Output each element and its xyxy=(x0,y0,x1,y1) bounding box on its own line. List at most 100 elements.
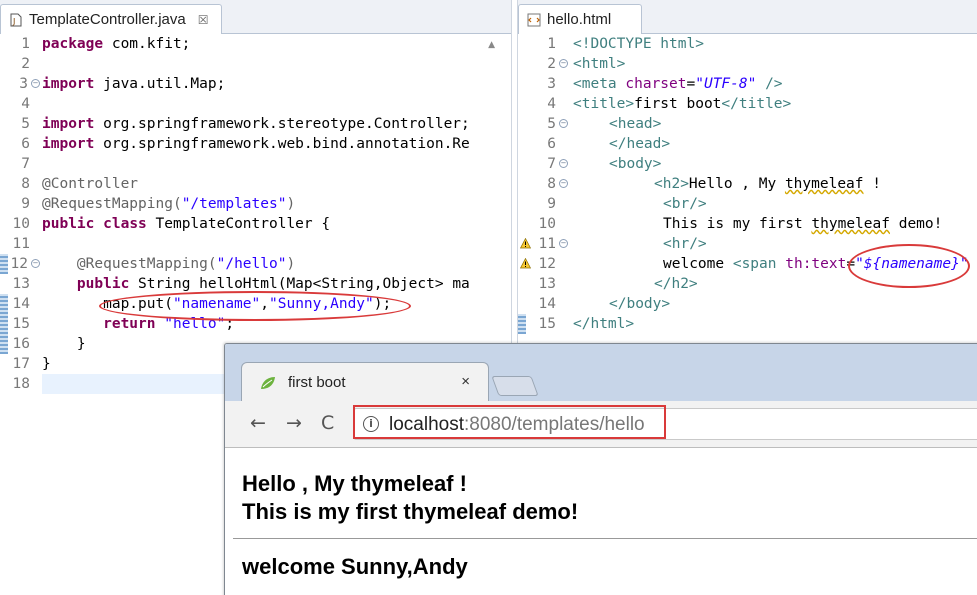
fold-icon[interactable]: − xyxy=(559,59,568,68)
line-number: 3 xyxy=(19,76,28,92)
gutter: 11− xyxy=(518,234,568,254)
html-code-area[interactable]: 1 <!DOCTYPE html> 2− <html> 3 <meta charset… xyxy=(518,34,977,334)
code-line: 2− <html> xyxy=(518,54,977,74)
code-text: import org.springframework.web.bind.anno… xyxy=(42,134,470,154)
browser-tab-first-boot[interactable]: first boot × xyxy=(241,362,489,402)
gutter: 14 xyxy=(0,294,40,314)
code-line: 14 </body> xyxy=(518,294,977,314)
code-text: package xyxy=(42,36,104,52)
line-number: 10 xyxy=(12,216,30,232)
line-number: 7 xyxy=(21,156,30,172)
fold-icon[interactable]: − xyxy=(559,119,568,128)
code-text: thymeleaf xyxy=(811,216,890,232)
code-line: 11 xyxy=(0,234,511,254)
forward-arrow-icon[interactable]: → xyxy=(286,412,302,434)
code-line: 1 package com.kfit; xyxy=(0,34,511,54)
new-tab-button[interactable] xyxy=(491,376,539,396)
code-line: 5 import org.springframework.stereotype.C… xyxy=(0,114,511,134)
code-text: import xyxy=(42,116,95,132)
gutter: 7− xyxy=(518,154,568,174)
code-text: <h2>Hello , My thymeleaf ! xyxy=(654,174,881,194)
java-editor-tabbar: J TemplateController.java ☒ xyxy=(0,0,511,34)
code-text: public xyxy=(42,216,95,232)
fold-icon[interactable]: − xyxy=(559,179,568,188)
fold-icon[interactable]: − xyxy=(31,259,40,268)
gutter: 8− xyxy=(518,174,568,194)
line-number: 11 xyxy=(538,236,556,252)
code-text: <html> xyxy=(573,56,626,72)
page-divider xyxy=(233,538,977,539)
fold-icon[interactable]: − xyxy=(559,159,568,168)
spring-leaf-icon xyxy=(261,377,275,389)
gutter: 6 xyxy=(518,134,568,154)
code-text: <hr/> xyxy=(663,236,707,252)
tab-template-controller[interactable]: J TemplateController.java ☒ xyxy=(0,4,222,34)
gutter: 5− xyxy=(518,114,568,134)
code-text: thymeleaf xyxy=(784,176,864,192)
line-number: 5 xyxy=(21,116,30,132)
close-tab-icon[interactable]: ☒ xyxy=(198,13,209,27)
code-line: 5− <head> xyxy=(518,114,977,134)
java-code-area[interactable]: 1 package com.kfit; 2 3− import java.util.… xyxy=(0,34,511,394)
tab-hello-html[interactable]: hello.html xyxy=(518,4,642,34)
code-text: <meta xyxy=(573,76,626,92)
html-editor-tabbar: hello.html xyxy=(518,0,977,34)
line-number: 8 xyxy=(547,176,556,192)
line-number: 12 xyxy=(10,256,28,272)
svg-text:J: J xyxy=(12,17,15,26)
fold-icon[interactable]: − xyxy=(31,79,40,88)
gutter: 12− xyxy=(0,254,40,274)
gutter: 13 xyxy=(518,274,568,294)
code-text: </title> xyxy=(721,96,792,112)
code-text: org.springframework.stereotype.Controlle… xyxy=(94,116,470,132)
fold-icon[interactable]: − xyxy=(559,239,568,248)
gutter: 10 xyxy=(0,214,40,234)
code-text: </head> xyxy=(609,136,671,152)
page-heading-line2: This is my first thymeleaf demo! xyxy=(242,499,579,524)
reload-icon[interactable]: C xyxy=(321,412,334,434)
line-number: 17 xyxy=(12,356,30,372)
gutter: 1 xyxy=(518,34,568,54)
line-number: 13 xyxy=(12,276,30,292)
line-number: 1 xyxy=(547,36,556,52)
change-marker xyxy=(0,254,8,274)
code-text: @RequestMapping( xyxy=(42,256,217,272)
line-number: 6 xyxy=(21,136,30,152)
code-text: th:text xyxy=(785,256,847,272)
line-number: 7 xyxy=(547,156,556,172)
gutter: 15 xyxy=(0,314,40,334)
gutter: 12 xyxy=(518,254,568,274)
code-text: ! xyxy=(863,176,881,192)
code-text: String helloHtml(Map<String,Object> ma xyxy=(129,276,470,292)
code-line: 9 <br/> xyxy=(518,194,977,214)
line-number: 10 xyxy=(538,216,556,232)
code-text: <h2> xyxy=(654,176,689,192)
code-line: 1 <!DOCTYPE html> xyxy=(518,34,977,54)
close-tab-icon[interactable]: × xyxy=(461,373,470,390)
gutter: 9 xyxy=(518,194,568,214)
back-arrow-icon[interactable]: ← xyxy=(250,412,266,434)
warning-icon[interactable] xyxy=(520,258,531,269)
tab-label: hello.html xyxy=(547,11,612,28)
code-text: import xyxy=(42,76,95,92)
page-heading-line1: Hello , My thymeleaf ! xyxy=(242,471,467,496)
code-text: public class TemplateController { xyxy=(42,214,330,234)
warning-icon[interactable] xyxy=(520,238,531,249)
gutter: 4 xyxy=(0,94,40,114)
code-text: "UTF-8" xyxy=(695,76,757,92)
code-text: return xyxy=(103,316,156,332)
browser-tab-title: first boot xyxy=(288,374,346,391)
gutter: 18 xyxy=(0,374,40,394)
code-text: java.util.Map; xyxy=(94,76,226,92)
code-text: This is my first xyxy=(663,216,812,232)
code-text: package com.kfit; xyxy=(42,34,190,54)
line-number: 15 xyxy=(538,316,556,332)
change-marker xyxy=(0,294,8,314)
browser-tabstrip: first boot × xyxy=(225,344,977,402)
code-text: /> xyxy=(756,76,783,92)
html-file-icon xyxy=(527,12,541,27)
browser-toolbar: ← → C i localhost:8080/templates/hello xyxy=(225,401,977,448)
welcome-text: welcome Sunny,Andy xyxy=(242,554,468,579)
line-number: 9 xyxy=(547,196,556,212)
